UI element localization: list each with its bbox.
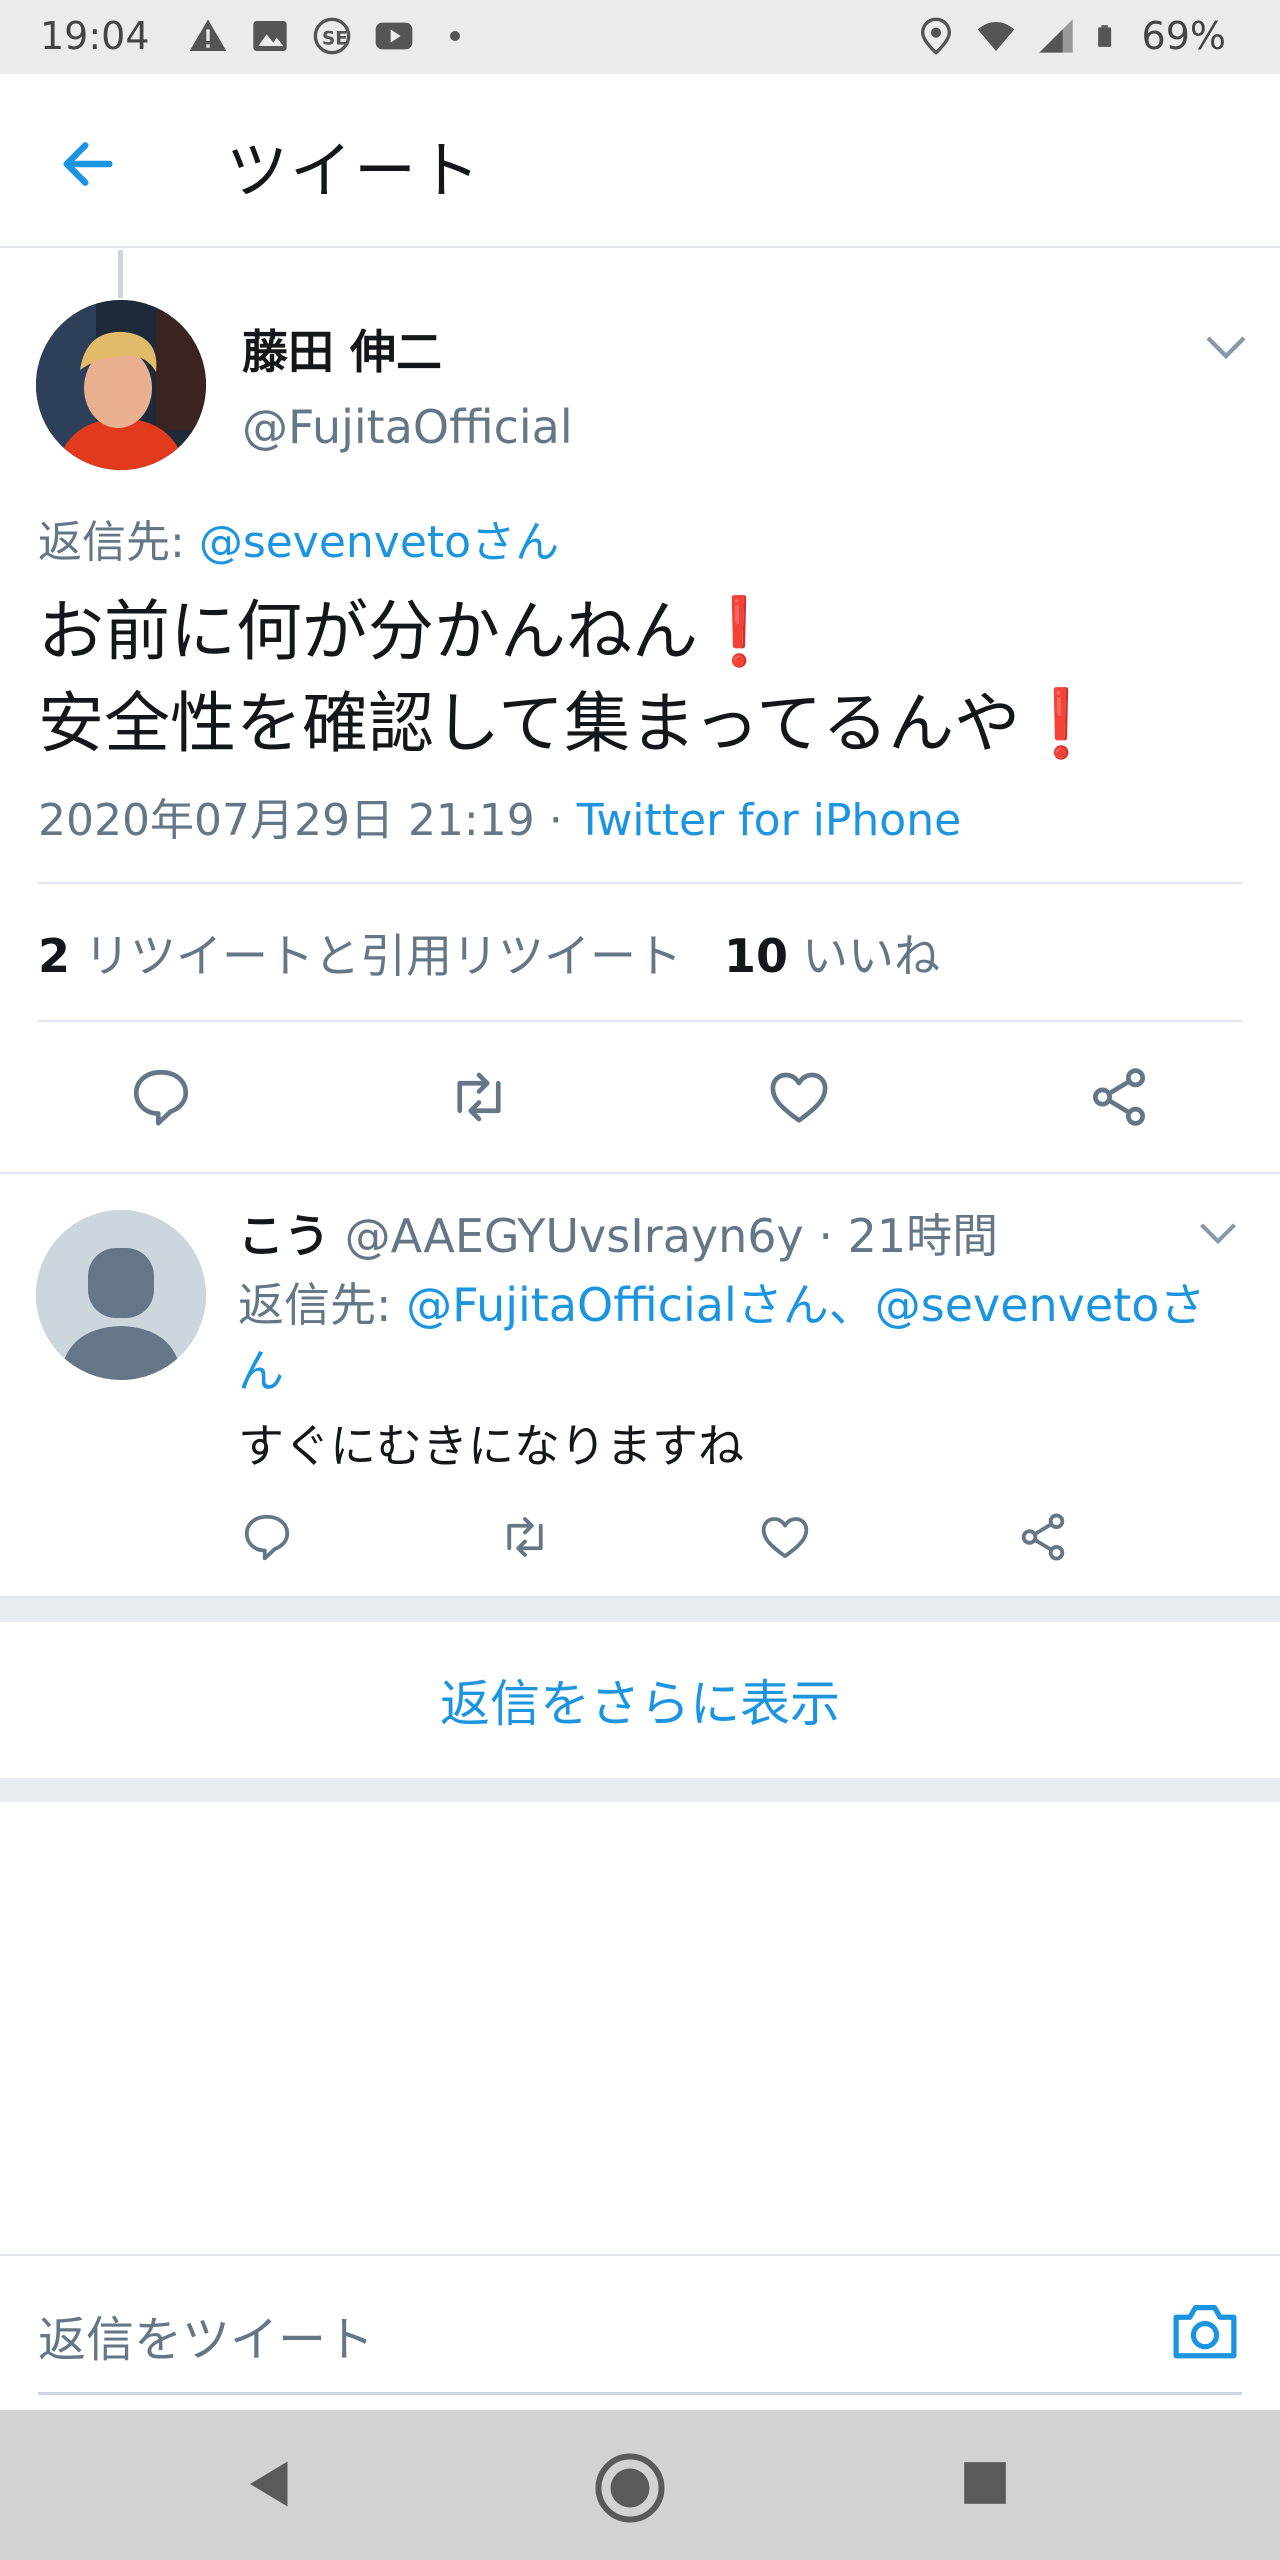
chevron-down-icon[interactable]: [1196, 1218, 1240, 1250]
like-count: 10: [724, 929, 789, 983]
reply-to-line: 返信先: @sevenvetoさん: [38, 506, 559, 570]
camera-icon[interactable]: [1168, 2298, 1242, 2364]
nav-recent-apps-icon[interactable]: [960, 2458, 1010, 2508]
retweet-count: 2: [38, 929, 71, 983]
tweet-actions: [0, 1040, 1280, 1154]
like-heart-icon[interactable]: [766, 1064, 832, 1130]
author-avatar[interactable]: [36, 300, 206, 470]
tweet-timestamp: 2020年07月29日 21:19: [38, 795, 535, 846]
reply-to-label: 返信先:: [38, 517, 199, 568]
retweet-label: リツイートと引用リツイート: [84, 929, 683, 983]
tweet-stats: 2 リツイートと引用リツイート 10 いいね: [38, 920, 940, 986]
image-icon: [253, 21, 287, 51]
input-underline: [38, 2392, 1242, 2395]
chevron-down-icon[interactable]: [1202, 330, 1250, 366]
system-nav-bar: [0, 2410, 1280, 2560]
avatar-photo: [36, 300, 206, 470]
section-separator: [0, 1778, 1280, 1802]
more-notifications-dot: [450, 31, 460, 41]
reply-text: すぐにむきになりますね: [238, 1419, 744, 1473]
nav-back-icon[interactable]: [240, 2454, 300, 2514]
reply-input[interactable]: 返信をツイート: [38, 2300, 374, 2370]
divider: [38, 1020, 1242, 1022]
page-title: ツイート: [226, 134, 483, 207]
share-icon[interactable]: [1086, 1064, 1152, 1130]
app-header: ツイート: [0, 74, 1280, 248]
exclamation-icon: ❗: [698, 593, 781, 670]
tweet-source[interactable]: Twitter for iPhone: [577, 795, 961, 846]
like-heart-icon[interactable]: [758, 1510, 812, 1564]
reply-header: こう @AAEGYUvsIrayn6y · 21時間: [238, 1200, 998, 1266]
signal-icon: [1038, 19, 1073, 53]
app-icon: SE: [313, 17, 351, 55]
author-handle[interactable]: @FujitaOfficial: [242, 400, 573, 454]
thread-line: [118, 250, 123, 298]
status-time: 19:04: [40, 14, 150, 58]
divider: [38, 882, 1242, 884]
warning-icon: [189, 19, 227, 51]
like-stat[interactable]: 10 いいね: [724, 920, 940, 986]
retweet-icon[interactable]: [446, 1064, 512, 1130]
svg-text:SE: SE: [322, 28, 348, 49]
reply-compose-bar: 返信をツイート: [0, 2254, 1280, 2408]
tweet-line-1: お前に何が分かんねん: [38, 593, 698, 670]
reply-handle-time[interactable]: @AAEGYUvsIrayn6y · 21時間: [330, 1209, 999, 1263]
tweet-meta: 2020年07月29日 21:19 · Twitter for iPhone: [38, 784, 961, 848]
status-bar: 19:04 SE 69%: [0, 0, 1280, 74]
tweet-text: お前に何が分かんねん❗ 安全性を確認して集まってるんや❗: [38, 586, 1102, 770]
back-arrow-icon[interactable]: [56, 132, 120, 196]
reply-avatar[interactable]: [36, 1210, 206, 1380]
retweet-icon[interactable]: [498, 1510, 552, 1564]
reply-icon[interactable]: [240, 1510, 294, 1564]
tweet-line-2: 安全性を確認して集まってるんや: [38, 685, 1021, 762]
retweet-stat[interactable]: 2 リツイートと引用リツイート: [38, 920, 682, 986]
meta-separator: ·: [534, 795, 577, 846]
notification-icons: SE: [188, 16, 460, 56]
reply-to-mention[interactable]: @sevenvetoさん: [199, 517, 559, 568]
default-avatar-icon: [36, 1210, 206, 1380]
reply-to-line: 返信先: @FujitaOfficialさん、@sevenvetoさん: [238, 1272, 1248, 1404]
battery-percent: 69%: [1141, 14, 1226, 58]
show-more-replies-button[interactable]: 返信をさらに表示: [0, 1622, 1280, 1778]
reply-actions: [0, 1500, 1280, 1580]
author-name[interactable]: 藤田 伸二: [242, 316, 442, 382]
nav-home-icon[interactable]: [594, 2452, 666, 2524]
youtube-icon: [375, 22, 413, 50]
wifi-icon: [977, 21, 1014, 51]
divider: [0, 1172, 1280, 1174]
battery-icon: [1097, 25, 1111, 47]
like-label: いいね: [802, 929, 941, 983]
reply-to-label: 返信先:: [238, 1278, 407, 1332]
system-icons: 69%: [916, 14, 1226, 58]
reply-author-name[interactable]: こう: [238, 1209, 330, 1263]
location-icon: [920, 17, 951, 55]
reply-icon[interactable]: [128, 1064, 194, 1130]
section-separator: [0, 1598, 1280, 1622]
share-icon[interactable]: [1016, 1510, 1070, 1564]
exclamation-icon: ❗: [1020, 685, 1103, 762]
